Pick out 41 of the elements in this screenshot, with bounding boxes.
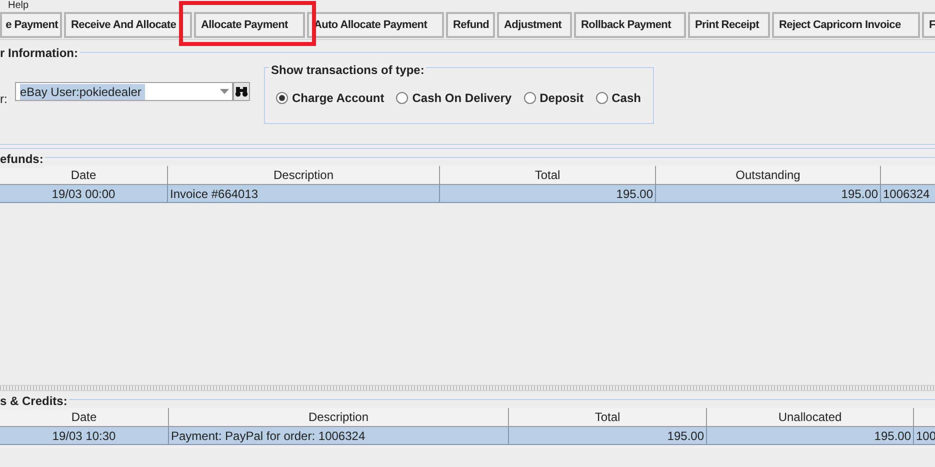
column-header[interactable]: Total — [440, 166, 656, 184]
toolbar-button[interactable]: Allocate Payment — [194, 12, 305, 38]
toolbar-button[interactable]: Receive And Allocate — [64, 12, 192, 38]
table-row[interactable]: 19/03 00:00 Invoice #664013 195.00 195.00 1006324 — [0, 185, 935, 203]
table-cell: 19/03 10:30 — [0, 427, 169, 444]
column-header[interactable]: Description — [168, 166, 440, 184]
customer-combo[interactable]: eBay User:pokiedealer — [15, 82, 233, 101]
toolbar-button[interactable]: Adjustment — [497, 12, 572, 38]
table-cell: 195.00 — [509, 427, 707, 444]
toolbar-button[interactable]: Rollback Payment — [574, 12, 686, 38]
table-cell: 19/03 00:00 — [0, 185, 168, 202]
table-cell: 1006324 — [881, 185, 935, 202]
column-header[interactable]: Outstanding — [656, 166, 881, 184]
toolbar-button[interactable]: Reject Capricorn Invoice — [772, 12, 920, 38]
radio-label[interactable]: Charge Account — [292, 89, 384, 107]
field-label: r: — [0, 91, 8, 108]
radio-label[interactable]: Deposit — [540, 89, 584, 107]
table-cell: Invoice #664013 — [168, 185, 440, 202]
table-cell: Payment: PayPal for order: 1006324 — [169, 427, 509, 444]
toolbar-button[interactable]: Refund — [446, 12, 495, 38]
binoculars-icon — [235, 86, 248, 97]
table-cell: 195.00 — [440, 185, 656, 202]
search-button[interactable] — [233, 82, 250, 101]
table-cell: 195.00 — [707, 427, 914, 444]
column-header[interactable]: Unallocated — [707, 408, 914, 426]
dropdown-arrow-icon — [220, 89, 229, 94]
column-header[interactable]: Description — [169, 408, 509, 426]
column-header[interactable]: Date — [0, 408, 169, 426]
toolbar-button[interactable]: F — [922, 12, 935, 38]
radio-button[interactable] — [524, 92, 536, 104]
table-cell: 195.00 — [656, 185, 881, 202]
radio-label[interactable]: Cash — [612, 89, 641, 107]
radio-button[interactable] — [276, 92, 288, 104]
radio-button[interactable] — [596, 92, 608, 104]
toolbar-button[interactable]: Print Receipt — [688, 12, 770, 38]
column-header[interactable]: Total — [509, 408, 707, 426]
radio-button[interactable] — [396, 92, 408, 104]
radio-label[interactable]: Cash On Delivery — [412, 89, 512, 107]
toolbar-button[interactable]: e Payment — [0, 12, 62, 38]
menu-item[interactable]: Help — [8, 0, 29, 11]
column-header[interactable]: Date — [0, 166, 168, 184]
